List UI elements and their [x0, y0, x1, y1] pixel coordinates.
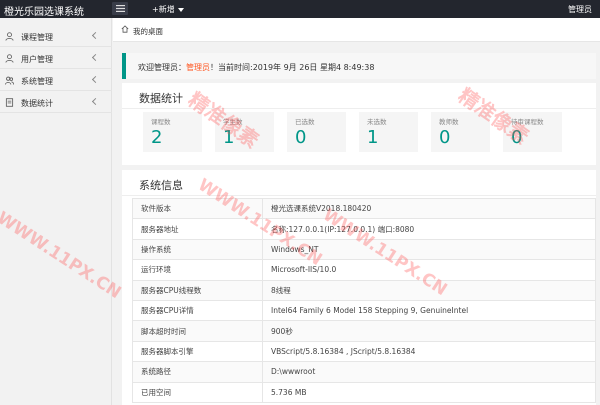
row-key: 运行环境 [132, 259, 263, 281]
table-row: 服务器脚本引擎 VBScript/5.8.16384 , JScript/5.8.… [132, 340, 596, 363]
divider [122, 195, 596, 196]
stat-card-teachers[interactable]: 教师数 0 [431, 112, 490, 152]
welcome-banner: 欢迎管理员：管理员！当前时间:2019年 9月 26日 星期4 8:49:38 [122, 53, 596, 79]
table-row: 系统路径 D:\wwwroot [132, 361, 596, 383]
row-value: 900秒 [262, 320, 596, 342]
row-key: 软件版本 [132, 197, 263, 220]
row-value: 5.736 MB [262, 381, 596, 403]
app-title: 橙光乐园选课系统 [4, 7, 84, 18]
sysinfo-title: 系统信息 [139, 179, 183, 192]
row-value: 8线程 [262, 279, 596, 301]
welcome-time: ！当前时间:2019年 9月 26日 星期4 8:49:38 [210, 63, 375, 72]
stat-card-students[interactable]: 学生数 1 [215, 112, 274, 152]
sidebar-item-label: 系统管理 [21, 77, 53, 86]
row-key: 服务器地址 [132, 218, 263, 240]
chevron-left-icon [91, 53, 100, 62]
stat-label: 待审课程数 [511, 118, 544, 126]
row-value: D:\wwwroot [262, 361, 596, 383]
divider [122, 108, 596, 109]
stat-card-pending[interactable]: 待审课程数 0 [503, 112, 562, 152]
stat-card-unselected[interactable]: 未选数 1 [359, 112, 418, 152]
row-value: VBScript/5.8.16384 , JScript/5.8.16384 [262, 340, 596, 363]
stats-title: 数据统计 [139, 92, 183, 105]
table-row: 已用空间 5.736 MB [132, 381, 596, 403]
chevron-left-icon [91, 97, 100, 106]
stat-value: 0 [439, 127, 451, 148]
row-value: Windows_NT [262, 238, 596, 261]
row-value: Microsoft-IIS/10.0 [262, 259, 596, 281]
welcome-role: 管理员 [186, 63, 210, 72]
menu-toggle-button[interactable] [112, 2, 128, 15]
row-key: 操作系统 [132, 238, 263, 261]
row-value: Intel64 Family 6 Model 158 Stepping 9, G… [262, 299, 596, 322]
sidebar-item-label: 用户管理 [21, 55, 53, 64]
user-menu[interactable]: 管理员 [568, 4, 592, 15]
top-bar: 橙光乐园选课系统 +新增 管理员 [0, 0, 600, 18]
stat-label: 已选数 [295, 118, 315, 126]
stat-label: 教师数 [439, 118, 459, 126]
sidebar-item-label: 数据统计 [21, 99, 53, 108]
table-row: 软件版本 橙光选课系统V2018.180420 [132, 197, 596, 220]
table-row: 操作系统 Windows_NT [132, 238, 596, 261]
stat-label: 课程数 [151, 118, 171, 126]
sidebar-item-course[interactable]: 课程管理 [0, 26, 112, 47]
sidebar-item-system[interactable]: 系统管理 [0, 70, 112, 91]
sysinfo-table: 软件版本 橙光选课系统V2018.180420 服务器地址 名称:127.0.0.1… [132, 197, 596, 403]
chevron-left-icon [91, 31, 100, 40]
stat-value: 1 [223, 127, 235, 148]
document-icon [5, 98, 14, 107]
stat-card-selected[interactable]: 已选数 0 [287, 112, 346, 152]
user-icon [5, 54, 14, 63]
table-row: 脚本超时时间 900秒 [132, 320, 596, 342]
stat-label: 未选数 [367, 118, 387, 126]
stat-label: 学生数 [223, 118, 243, 126]
stat-value: 0 [295, 127, 307, 148]
row-value: 名称:127.0.0.1(IP:127.0.0.1) 端口:8080 [262, 218, 596, 240]
stat-value: 2 [151, 127, 163, 148]
tab-bar: 我的桌面 [113, 18, 600, 42]
add-new-label: +新增 [152, 5, 175, 14]
row-key: 服务器脚本引擎 [132, 340, 263, 363]
home-icon [121, 25, 129, 33]
user-icon [5, 32, 14, 41]
welcome-text: 欢迎管理员：管理员！当前时间:2019年 9月 26日 星期4 8:49:38 [138, 62, 374, 73]
tab-my-desktop[interactable]: 我的桌面 [133, 26, 163, 37]
stat-card-courses[interactable]: 课程数 2 [143, 112, 202, 152]
sidebar: 课程管理 用户管理 系统管理 数据统计 [0, 18, 112, 405]
table-row: 服务器地址 名称:127.0.0.1(IP:127.0.0.1) 端口:8080 [132, 218, 596, 240]
stat-value: 1 [367, 127, 379, 148]
sidebar-item-statistics[interactable]: 数据统计 [0, 92, 112, 113]
users-icon [5, 76, 14, 85]
welcome-prefix: 欢迎管理员： [138, 63, 186, 72]
table-row: 运行环境 Microsoft-IIS/10.0 [132, 259, 596, 281]
table-row: 服务器CPU详情 Intel64 Family 6 Model 158 Stepp… [132, 299, 596, 322]
chevron-left-icon [91, 75, 100, 84]
caret-down-icon [177, 7, 184, 12]
row-key: 已用空间 [132, 381, 263, 403]
row-key: 系统路径 [132, 361, 263, 383]
row-value: 橙光选课系统V2018.180420 [262, 197, 596, 220]
sidebar-item-label: 课程管理 [21, 33, 53, 42]
add-new-dropdown[interactable]: +新增 [152, 4, 184, 15]
row-key: 服务器CPU线程数 [132, 279, 263, 301]
row-key: 脚本超时时间 [132, 320, 263, 342]
sidebar-item-users[interactable]: 用户管理 [0, 48, 112, 69]
table-row: 服务器CPU线程数 8线程 [132, 279, 596, 301]
row-key: 服务器CPU详情 [132, 299, 263, 322]
stat-value: 0 [511, 127, 523, 148]
hamburger-icon [115, 5, 125, 12]
